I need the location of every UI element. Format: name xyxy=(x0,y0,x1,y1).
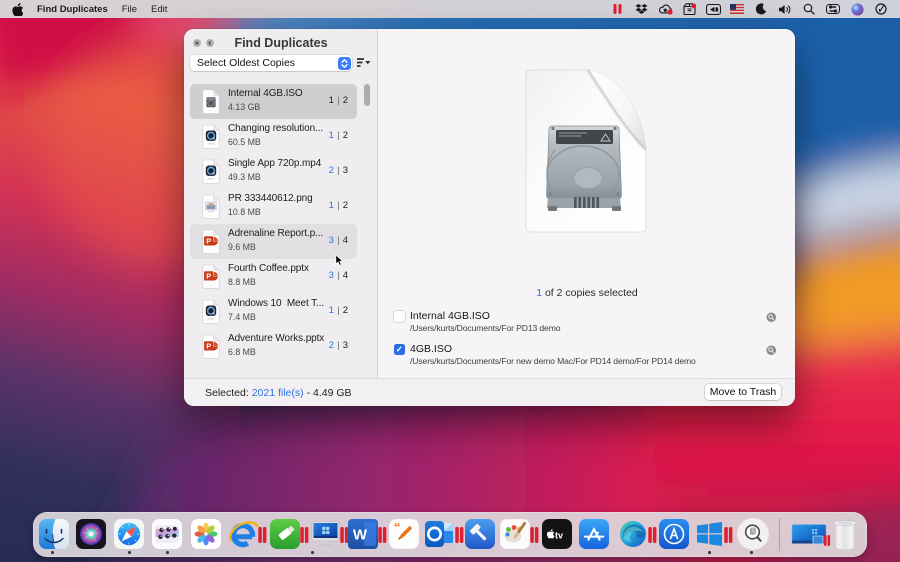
svg-text:tv: tv xyxy=(555,531,563,541)
svg-text:“: “ xyxy=(394,519,401,534)
svg-text:W: W xyxy=(353,527,368,544)
